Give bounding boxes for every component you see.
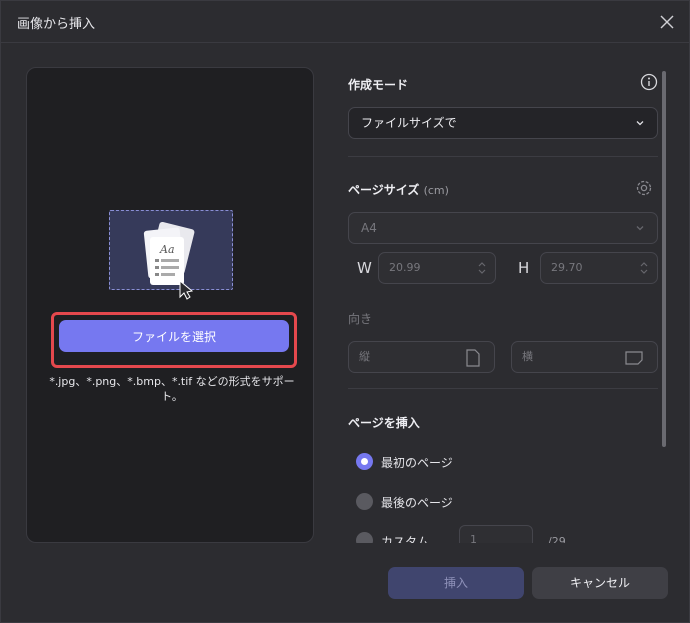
creation-mode-label: 作成モード <box>348 78 409 92</box>
insert-button[interactable]: 挿入 <box>388 567 524 599</box>
select-file-button[interactable]: ファイルを選択 <box>59 320 289 352</box>
select-file-highlight: ファイルを選択 <box>51 312 297 368</box>
drop-zone[interactable]: Aa <box>109 210 233 300</box>
supported-formats-text: *.jpg、*.png、*.bmp、*.tif などの形式をサポート。 <box>49 375 295 403</box>
spinner-icon[interactable] <box>477 261 487 275</box>
radio-button[interactable] <box>356 453 373 470</box>
page-size-label: ページサイズ (cm) <box>348 183 449 197</box>
chevron-down-icon <box>636 226 644 231</box>
height-letter: H <box>518 259 530 277</box>
creation-mode-dropdown[interactable]: ファイルサイズで <box>348 107 658 139</box>
settings-panel: 作成モード ファイルサイズで ページサイズ (cm) A4 W 20.99 H … <box>348 67 658 543</box>
dialog-titlebar: 画像から挿入 <box>1 1 689 43</box>
width-input[interactable]: 20.99 <box>378 252 496 284</box>
svg-text:Aa: Aa <box>159 243 175 256</box>
page-total: /29 <box>548 535 566 543</box>
landscape-option[interactable]: 横 <box>511 341 658 373</box>
custom-page-input[interactable]: 1 <box>459 525 533 543</box>
spinner-icon[interactable] <box>639 261 649 275</box>
height-input[interactable]: 29.70 <box>540 252 658 284</box>
cancel-button[interactable]: キャンセル <box>532 567 668 599</box>
info-icon[interactable] <box>640 73 658 91</box>
orientation-label: 向き <box>348 312 373 326</box>
landscape-page-icon <box>625 351 643 365</box>
image-drop-panel[interactable]: Aa ファイルを選択 *.jpg、*.png、*.bmp、*.tif などの形式… <box>26 67 314 543</box>
page-size-value: A4 <box>361 221 377 235</box>
creation-mode-value: ファイルサイズで <box>361 116 457 130</box>
gear-icon[interactable] <box>634 178 654 198</box>
divider <box>348 156 658 157</box>
divider <box>348 388 658 389</box>
portrait-page-icon <box>466 349 480 367</box>
portrait-option[interactable]: 縦 <box>348 341 495 373</box>
insert-from-image-dialog: 画像から挿入 Aa ファイルを選択 *.jpg、*.png、*.bmp、*.ti… <box>0 0 690 623</box>
insert-page-label: ページを挿入 <box>348 416 420 430</box>
settings-scrollbar[interactable] <box>662 71 666 447</box>
radio-button[interactable] <box>356 532 373 543</box>
chevron-down-icon <box>636 121 644 126</box>
documents-illustration-icon: Aa <box>143 221 195 300</box>
radio-button[interactable] <box>356 493 373 510</box>
dialog-title: 画像から挿入 <box>17 17 96 32</box>
close-icon[interactable] <box>657 12 677 32</box>
page-size-dropdown[interactable]: A4 <box>348 212 658 244</box>
width-letter: W <box>357 259 372 277</box>
